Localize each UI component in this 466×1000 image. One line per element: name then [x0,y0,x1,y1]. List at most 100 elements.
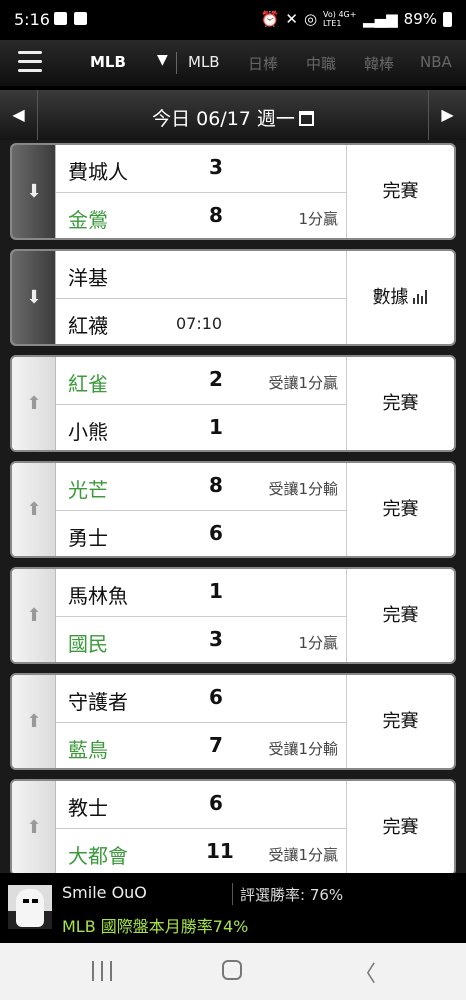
up-arrow-icon: ⬆ [26,711,42,732]
game-card[interactable]: ⬆ 教士 6 大都會 11 受讓1分贏 完賽 [10,779,456,873]
home-row: 國民 3 1分贏 [56,617,346,662]
game-list[interactable]: ⬇ 費城人 3 金鶯 8 1分贏 完賽 ⬇ 洋基 紅襪 07:10 數據 ⬆ 紅… [0,140,466,873]
stats-button[interactable]: 數據 [346,251,454,344]
tab-nba[interactable]: NBA [420,53,452,74]
home-score: 6 [209,521,223,545]
up-arrow-icon: ⬆ [26,499,42,520]
network-label: Vo) 4G+ LTE1 [323,10,357,28]
game-card[interactable]: ⬆ 馬林魚 1 國民 3 1分贏 完賽 [10,567,456,664]
game-status[interactable]: 完賽 [346,781,454,873]
away-row: 教士 6 [56,781,346,829]
home-team: 金鶯 [68,208,108,232]
home-score: 8 [209,203,223,227]
user-bar[interactable]: Smile OuO 評選勝率: 76% MLB 國際盤本月勝率74% [0,873,466,943]
user-bar-divider [232,883,233,905]
battery-icon [443,11,452,27]
home-row: 金鶯 8 1分贏 [56,193,346,238]
gallery-notification-icon [54,12,67,25]
status-right: ⏰ ✕ ◎ Vo) 4G+ LTE1 ▂▄▆ 89% [261,10,452,28]
expand-toggle[interactable]: ⬆ [12,569,56,662]
menu-icon[interactable] [18,51,42,73]
away-row: 光芒 8 受讓1分輸 [56,463,346,511]
tab-npb[interactable]: 日棒 [248,53,306,74]
home-note: 1分贏 [298,634,338,652]
home-row: 藍鳥 7 受讓1分輸 [56,723,346,768]
up-arrow-icon: ⬆ [26,393,42,414]
away-score: 3 [209,155,223,179]
tab-kbo[interactable]: 韓棒 [364,53,420,74]
away-score: 2 [209,367,223,391]
win-rate: 評選勝率: 76% [240,886,344,904]
alarm-icon: ⏰ [260,10,280,28]
monthly-win-rate: MLB 國際盤本月勝率74% [62,917,249,936]
home-note: 1分贏 [298,210,338,228]
tab-mlb[interactable]: MLB [188,53,248,74]
stats-label: 數據 [372,287,409,308]
game-status[interactable]: 完賽 [346,463,454,556]
expand-toggle[interactable]: ⬆ [12,357,56,450]
game-card[interactable]: ⬆ 紅雀 2 受讓1分贏 小熊 1 完賽 [10,355,456,452]
bar-chart-icon [412,290,429,304]
avatar[interactable] [8,885,52,929]
down-arrow-icon: ⬇ [26,181,42,202]
mute-icon: ✕ [285,10,298,28]
date-bar: ◀ 今日 06/17 週一 ▶ [0,90,466,140]
game-status[interactable]: 完賽 [346,145,454,238]
home-score: 3 [209,627,223,651]
away-score: 8 [209,473,223,497]
away-team: 馬林魚 [68,584,128,608]
signal-icon: ▂▄▆ [363,10,398,28]
home-score: 7 [209,733,223,757]
nav-divider [176,52,177,74]
away-team: 守護者 [68,690,128,714]
league-tabs: MLB 日棒 中職 韓棒 NBA [188,53,452,74]
league-selector[interactable]: MLB [90,53,126,71]
away-note: 受讓1分輸 [268,480,338,498]
up-arrow-icon: ⬆ [26,605,42,626]
away-score: 6 [209,685,223,709]
down-arrow-icon: ⬇ [26,287,42,308]
date-label: 今日 06/17 週一 [152,108,295,130]
away-team: 洋基 [68,266,108,290]
game-card[interactable]: ⬇ 費城人 3 金鶯 8 1分贏 完賽 [10,143,456,240]
home-icon[interactable] [222,960,242,980]
game-status[interactable]: 完賽 [346,357,454,450]
away-score: 1 [209,579,223,603]
game-card[interactable]: ⬇ 洋基 紅襪 07:10 數據 [10,249,456,346]
up-arrow-icon: ⬆ [26,817,42,838]
hotspot-icon: ◎ [303,10,318,28]
status-time: 5:16 [14,10,50,29]
game-status[interactable]: 完賽 [346,569,454,662]
dropdown-arrow-icon[interactable]: ▼ [157,52,168,68]
home-team: 小熊 [68,420,108,444]
home-team: 國民 [68,632,108,656]
away-team: 光芒 [68,478,108,502]
back-icon[interactable]: 〈 [354,956,376,988]
tab-cpbl[interactable]: 中職 [306,53,364,74]
expand-toggle[interactable]: ⬇ [12,251,56,344]
game-time: 07:10 [176,314,223,333]
game-card[interactable]: ⬆ 守護者 6 藍鳥 7 受讓1分輸 完賽 [10,673,456,770]
away-score: 6 [209,791,223,815]
home-team: 大都會 [68,844,128,868]
away-team: 費城人 [68,160,128,184]
away-row: 紅雀 2 受讓1分贏 [56,357,346,405]
expand-toggle[interactable]: ⬆ [12,781,56,873]
home-team: 勇士 [68,526,108,550]
away-note: 受讓1分贏 [268,374,338,392]
recent-apps-icon[interactable] [92,961,114,981]
away-row: 費城人 3 [56,145,346,193]
home-team: 藍鳥 [68,738,108,762]
date-selector[interactable]: 今日 06/17 週一 [0,104,466,131]
status-bar: 5:16 ⏰ ✕ ◎ Vo) 4G+ LTE1 ▂▄▆ 89% [0,0,466,40]
calendar-icon [298,111,314,126]
home-note: 受讓1分贏 [268,846,338,864]
expand-toggle[interactable]: ⬆ [12,675,56,768]
next-day-button[interactable]: ▶ [428,90,466,140]
game-card[interactable]: ⬆ 光芒 8 受讓1分輸 勇士 6 完賽 [10,461,456,558]
game-status[interactable]: 完賽 [346,675,454,768]
expand-toggle[interactable]: ⬇ [12,145,56,238]
expand-toggle[interactable]: ⬆ [12,463,56,556]
home-row: 勇士 6 [56,511,346,556]
checkbox-notification-icon [74,12,87,25]
